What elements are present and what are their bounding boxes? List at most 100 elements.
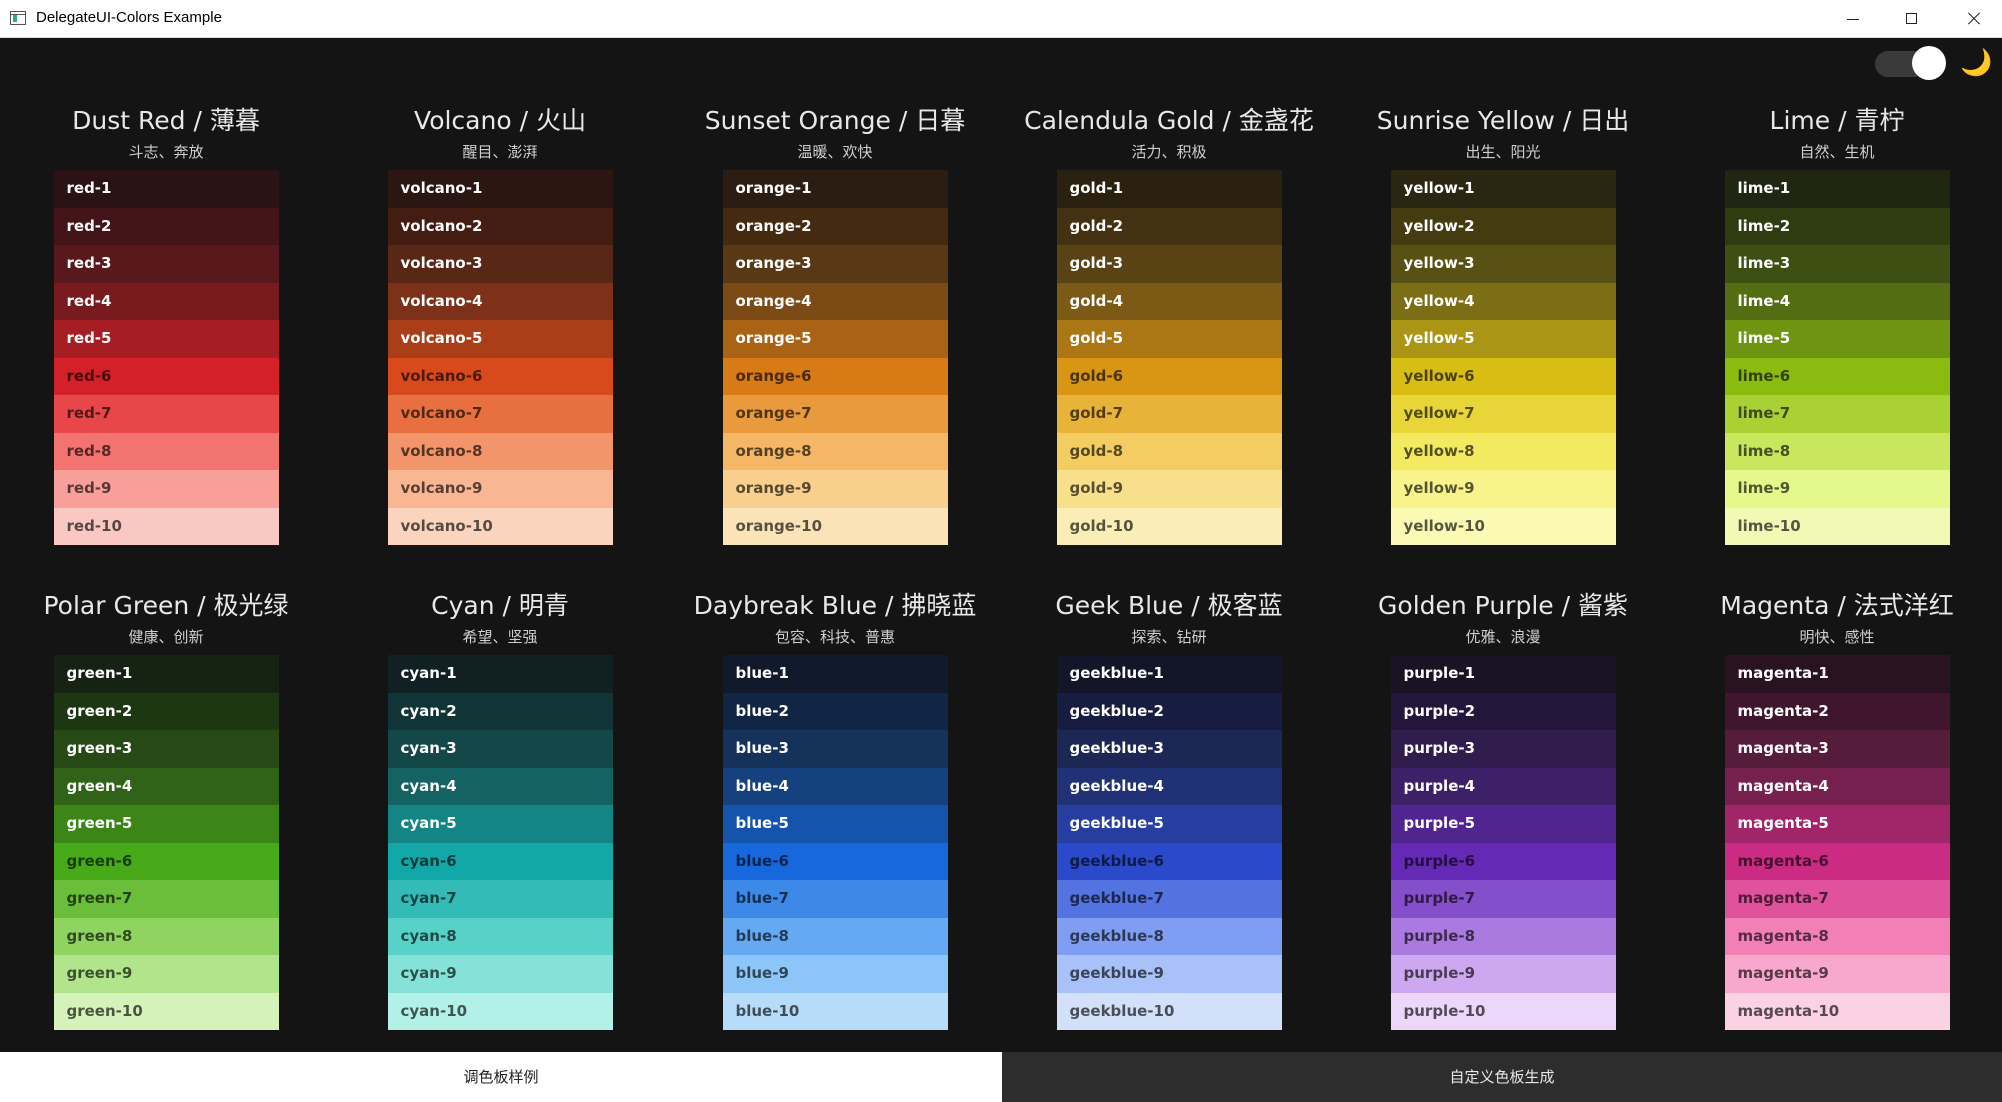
color-swatch[interactable]: red-4 xyxy=(53,282,279,320)
color-swatch[interactable]: volcano-4 xyxy=(387,282,613,320)
color-swatch[interactable]: green-7 xyxy=(53,880,279,918)
color-swatch[interactable]: purple-7 xyxy=(1390,880,1616,918)
color-swatch[interactable]: blue-9 xyxy=(722,955,948,993)
color-swatch[interactable]: cyan-2 xyxy=(387,692,613,730)
color-swatch[interactable]: magenta-6 xyxy=(1724,842,1950,880)
color-swatch[interactable]: yellow-9 xyxy=(1390,470,1616,508)
color-swatch[interactable]: green-3 xyxy=(53,730,279,768)
color-swatch[interactable]: red-10 xyxy=(53,507,279,545)
color-swatch[interactable]: purple-10 xyxy=(1390,992,1616,1030)
color-swatch[interactable]: blue-2 xyxy=(722,692,948,730)
color-swatch[interactable]: volcano-8 xyxy=(387,432,613,470)
color-swatch[interactable]: purple-3 xyxy=(1390,730,1616,768)
color-swatch[interactable]: geekblue-7 xyxy=(1056,880,1282,918)
color-swatch[interactable]: red-7 xyxy=(53,395,279,433)
color-swatch[interactable]: magenta-10 xyxy=(1724,992,1950,1030)
color-swatch[interactable]: volcano-7 xyxy=(387,395,613,433)
color-swatch[interactable]: cyan-7 xyxy=(387,880,613,918)
color-swatch[interactable]: gold-2 xyxy=(1056,207,1282,245)
color-swatch[interactable]: cyan-1 xyxy=(387,655,613,693)
color-swatch[interactable]: purple-5 xyxy=(1390,805,1616,843)
color-swatch[interactable]: cyan-5 xyxy=(387,805,613,843)
theme-switch-knob[interactable] xyxy=(1912,46,1946,80)
color-swatch[interactable]: blue-5 xyxy=(722,805,948,843)
color-swatch[interactable]: magenta-1 xyxy=(1724,655,1950,693)
minimize-button[interactable] xyxy=(1824,0,1882,38)
color-swatch[interactable]: geekblue-3 xyxy=(1056,730,1282,768)
color-swatch[interactable]: cyan-4 xyxy=(387,767,613,805)
color-swatch[interactable]: orange-8 xyxy=(722,432,948,470)
color-swatch[interactable]: volcano-10 xyxy=(387,507,613,545)
color-swatch[interactable]: yellow-2 xyxy=(1390,207,1616,245)
color-swatch[interactable]: red-3 xyxy=(53,245,279,283)
color-swatch[interactable]: orange-7 xyxy=(722,395,948,433)
color-swatch[interactable]: gold-4 xyxy=(1056,282,1282,320)
color-swatch[interactable]: gold-8 xyxy=(1056,432,1282,470)
color-swatch[interactable]: geekblue-10 xyxy=(1056,992,1282,1030)
color-swatch[interactable]: yellow-6 xyxy=(1390,357,1616,395)
color-swatch[interactable]: magenta-7 xyxy=(1724,880,1950,918)
color-swatch[interactable]: blue-10 xyxy=(722,992,948,1030)
color-swatch[interactable]: green-9 xyxy=(53,955,279,993)
color-swatch[interactable]: lime-4 xyxy=(1724,282,1950,320)
color-swatch[interactable]: lime-7 xyxy=(1724,395,1950,433)
color-swatch[interactable]: magenta-4 xyxy=(1724,767,1950,805)
color-swatch[interactable]: magenta-3 xyxy=(1724,730,1950,768)
color-swatch[interactable]: purple-9 xyxy=(1390,955,1616,993)
color-swatch[interactable]: volcano-1 xyxy=(387,170,613,208)
color-swatch[interactable]: gold-6 xyxy=(1056,357,1282,395)
color-swatch[interactable]: red-2 xyxy=(53,207,279,245)
color-swatch[interactable]: gold-5 xyxy=(1056,320,1282,358)
color-swatch[interactable]: lime-5 xyxy=(1724,320,1950,358)
color-swatch[interactable]: orange-5 xyxy=(722,320,948,358)
color-swatch[interactable]: magenta-9 xyxy=(1724,955,1950,993)
color-swatch[interactable]: yellow-4 xyxy=(1390,282,1616,320)
color-swatch[interactable]: blue-1 xyxy=(722,655,948,693)
color-swatch[interactable]: green-6 xyxy=(53,842,279,880)
color-swatch[interactable]: orange-9 xyxy=(722,470,948,508)
tab-custom-palette[interactable]: 自定义色板生成 xyxy=(1002,1052,2002,1102)
color-swatch[interactable]: magenta-2 xyxy=(1724,692,1950,730)
color-swatch[interactable]: green-1 xyxy=(53,655,279,693)
color-swatch[interactable]: yellow-7 xyxy=(1390,395,1616,433)
color-swatch[interactable]: volcano-3 xyxy=(387,245,613,283)
color-swatch[interactable]: purple-1 xyxy=(1390,655,1616,693)
close-button[interactable] xyxy=(1944,0,2002,38)
color-swatch[interactable]: orange-4 xyxy=(722,282,948,320)
color-swatch[interactable]: orange-6 xyxy=(722,357,948,395)
color-swatch[interactable]: yellow-8 xyxy=(1390,432,1616,470)
color-swatch[interactable]: red-8 xyxy=(53,432,279,470)
color-swatch[interactable]: red-6 xyxy=(53,357,279,395)
color-swatch[interactable]: green-5 xyxy=(53,805,279,843)
color-swatch[interactable]: red-5 xyxy=(53,320,279,358)
color-swatch[interactable]: blue-8 xyxy=(722,917,948,955)
color-swatch[interactable]: volcano-5 xyxy=(387,320,613,358)
color-swatch[interactable]: purple-2 xyxy=(1390,692,1616,730)
color-swatch[interactable]: lime-10 xyxy=(1724,507,1950,545)
color-swatch[interactable]: volcano-2 xyxy=(387,207,613,245)
color-swatch[interactable]: lime-8 xyxy=(1724,432,1950,470)
color-swatch[interactable]: red-1 xyxy=(53,170,279,208)
color-swatch[interactable]: orange-3 xyxy=(722,245,948,283)
color-swatch[interactable]: geekblue-1 xyxy=(1056,655,1282,693)
color-swatch[interactable]: red-9 xyxy=(53,470,279,508)
color-swatch[interactable]: lime-1 xyxy=(1724,170,1950,208)
color-swatch[interactable]: yellow-1 xyxy=(1390,170,1616,208)
color-swatch[interactable]: purple-4 xyxy=(1390,767,1616,805)
color-swatch[interactable]: geekblue-6 xyxy=(1056,842,1282,880)
color-swatch[interactable]: purple-8 xyxy=(1390,917,1616,955)
color-swatch[interactable]: lime-6 xyxy=(1724,357,1950,395)
color-swatch[interactable]: blue-7 xyxy=(722,880,948,918)
color-swatch[interactable]: magenta-8 xyxy=(1724,917,1950,955)
color-swatch[interactable]: lime-3 xyxy=(1724,245,1950,283)
color-swatch[interactable]: blue-4 xyxy=(722,767,948,805)
color-swatch[interactable]: blue-6 xyxy=(722,842,948,880)
color-swatch[interactable]: gold-3 xyxy=(1056,245,1282,283)
color-swatch[interactable]: geekblue-4 xyxy=(1056,767,1282,805)
color-swatch[interactable]: geekblue-9 xyxy=(1056,955,1282,993)
color-swatch[interactable]: yellow-5 xyxy=(1390,320,1616,358)
color-swatch[interactable]: green-10 xyxy=(53,992,279,1030)
color-swatch[interactable]: lime-2 xyxy=(1724,207,1950,245)
color-swatch[interactable]: cyan-8 xyxy=(387,917,613,955)
color-swatch[interactable]: geekblue-8 xyxy=(1056,917,1282,955)
